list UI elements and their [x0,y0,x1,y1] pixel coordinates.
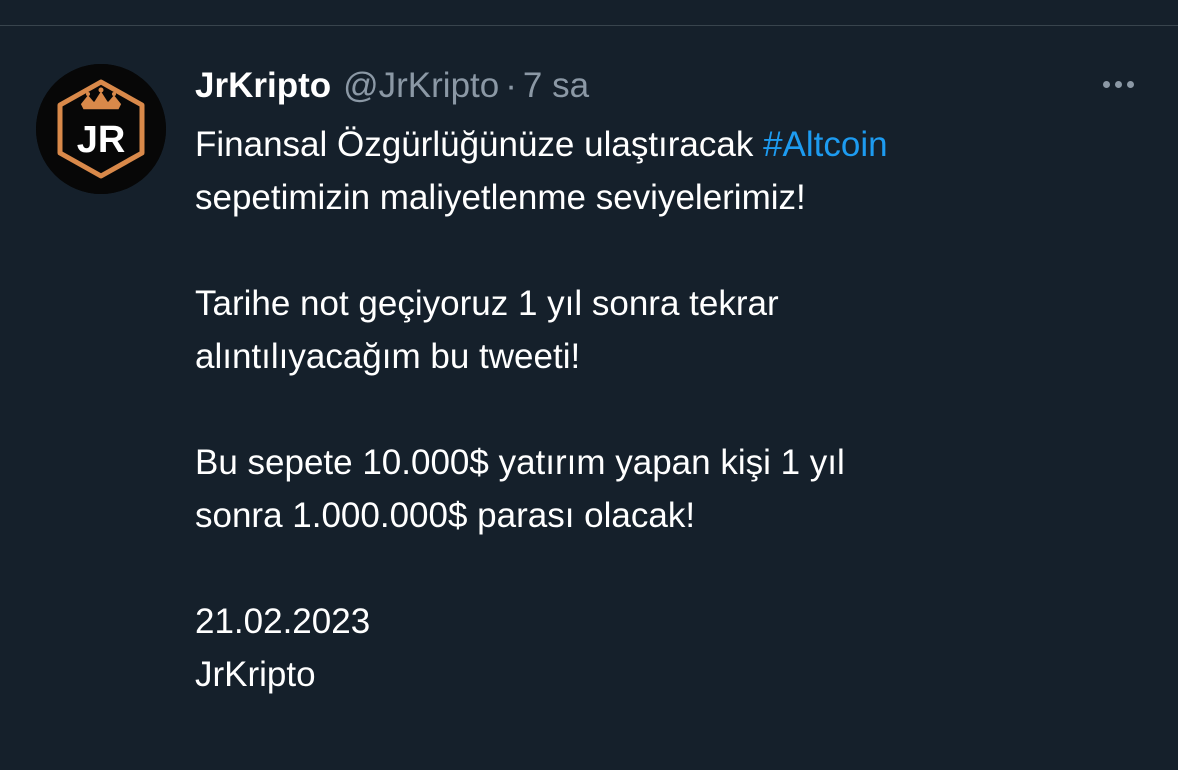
tweet-text-line-1: Finansal Özgürlüğünüze ulaştıracak #Altc… [195,118,1125,171]
tweet-text-line-6: sonra 1.000.000$ parası olacak! [195,496,696,535]
tweet-text-line-4: alıntılıyacağım bu tweeti! [195,337,581,376]
avatar[interactable]: JR [36,64,166,194]
more-horizontal-icon-dot-2 [1114,80,1122,88]
tweet-timestamp[interactable]: 7 sa [523,66,589,106]
tweet-text-line-3: Tarihe not geçiyoruz 1 yıl sonra tekrar [195,284,779,323]
tweet-text-segment: Finansal Özgürlüğünüze ulaştıracak [195,125,764,164]
tweet[interactable]: JR JrKripto @JrKripto · 7 sa Finansal Öz… [0,26,1178,770]
tweet-text-line-5: Bu sepete 10.000$ yatırım yapan kişi 1 y… [195,443,845,482]
avatar-text: JR [77,119,126,161]
more-horizontal-icon-dot-3 [1126,80,1134,88]
tweet-header: JrKripto @JrKripto · 7 sa [195,64,589,108]
more-horizontal-icon [1102,80,1110,88]
separator-dot: · [505,66,517,105]
tweet-signature-line: JrKripto [195,655,316,694]
hashtag-link[interactable]: #Altcoin [763,125,888,164]
tweet-date-line: 21.02.2023 [195,602,371,641]
avatar-logo: JR [36,64,166,194]
tweet-text: Finansal Özgürlüğünüze ulaştıracak #Altc… [195,118,1125,701]
user-handle[interactable]: @JrKripto [343,66,499,106]
display-name[interactable]: JrKripto [195,66,331,106]
tweet-text-line-2: sepetimizin maliyetlenme seviyelerimiz! [195,178,806,217]
more-button[interactable] [1090,66,1146,102]
